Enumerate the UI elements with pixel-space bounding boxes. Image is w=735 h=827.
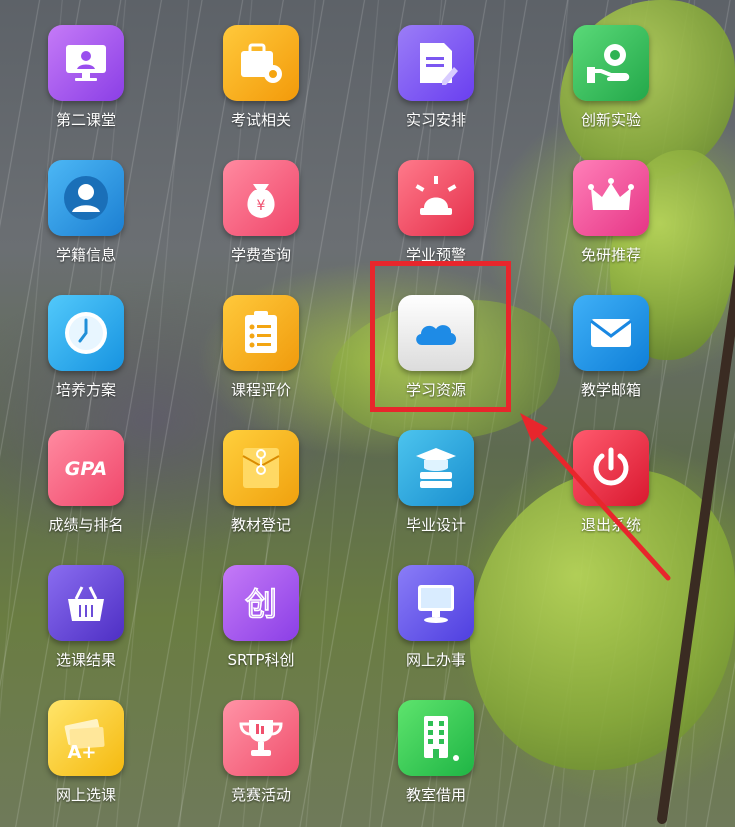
red-arrow-annotation bbox=[520, 413, 671, 581]
